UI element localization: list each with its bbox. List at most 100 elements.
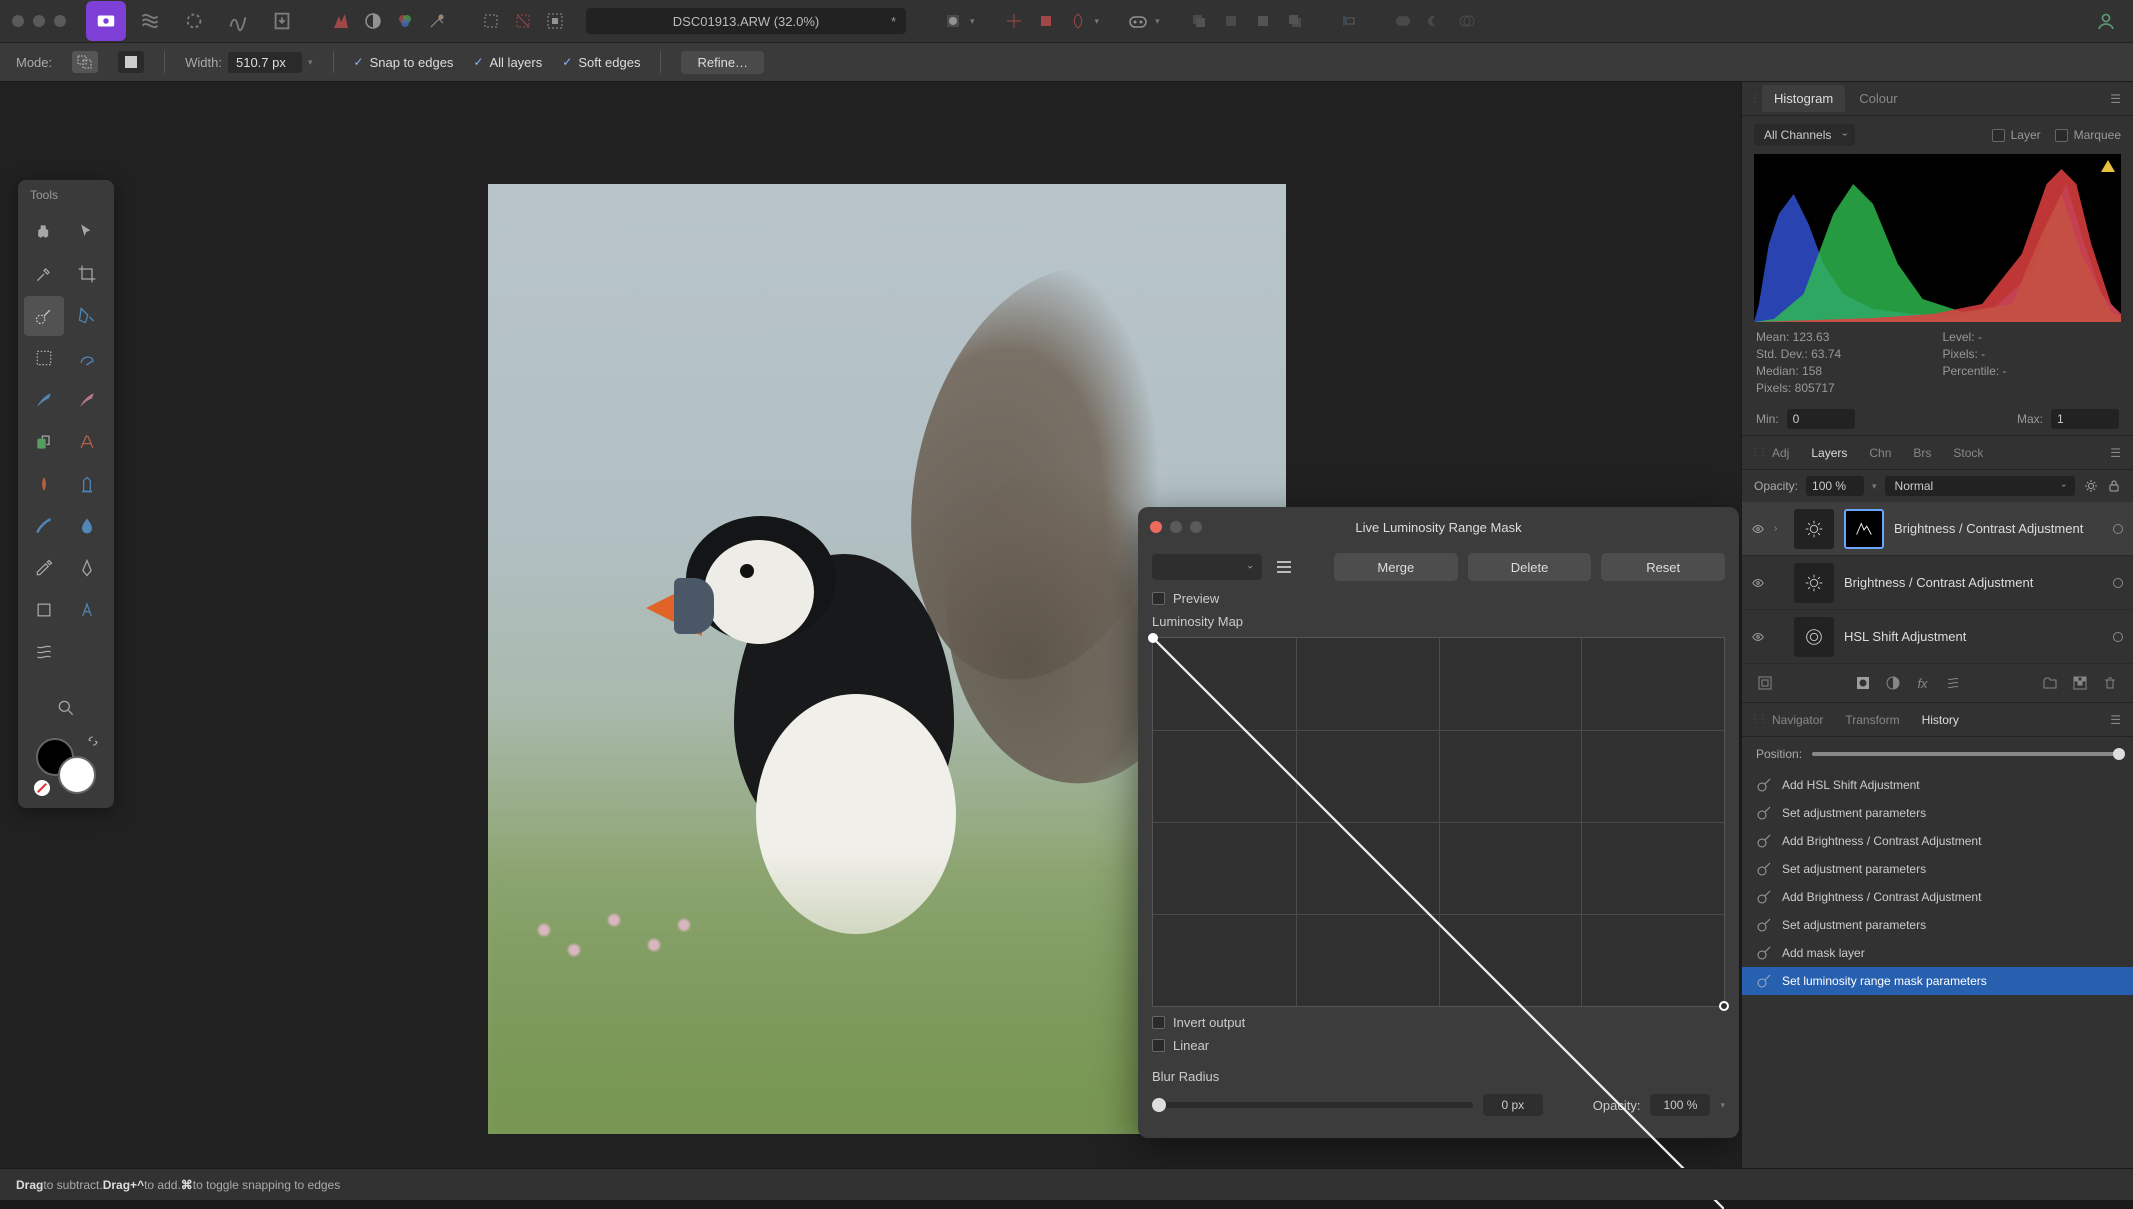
- freehand-selection-tool[interactable]: [67, 338, 107, 378]
- mask-thumbnail[interactable]: [1844, 509, 1884, 549]
- erase-brush-tool[interactable]: [67, 380, 107, 420]
- blur-brush-tool[interactable]: [67, 506, 107, 546]
- quick-mask-icon[interactable]: [938, 6, 968, 36]
- tab-colour[interactable]: Colour: [1847, 85, 1909, 112]
- tab-layers[interactable]: Layers: [1801, 441, 1857, 465]
- history-item[interactable]: Set adjustment parameters: [1742, 799, 2133, 827]
- preset-menu-icon[interactable]: [1272, 555, 1296, 579]
- history-item[interactable]: Add mask layer: [1742, 939, 2133, 967]
- visibility-icon[interactable]: [1752, 577, 1764, 589]
- blend-mode-dropdown[interactable]: Normal: [1885, 476, 2075, 496]
- layer-name[interactable]: Brightness / Contrast Adjustment: [1894, 521, 2103, 536]
- auto-contrast-icon[interactable]: [358, 6, 388, 36]
- curve-point-start[interactable]: [1148, 633, 1158, 643]
- align-icon[interactable]: [1334, 6, 1364, 36]
- burn-brush-tool[interactable]: [67, 464, 107, 504]
- bool-subtract-icon[interactable]: [1420, 6, 1450, 36]
- marquee-scope-toggle[interactable]: Marquee: [2055, 128, 2121, 142]
- eyedropper-tool[interactable]: [24, 548, 64, 588]
- delete-layer-icon[interactable]: [2099, 672, 2121, 694]
- move-forward-icon[interactable]: [1248, 6, 1278, 36]
- photo-persona[interactable]: [86, 1, 126, 41]
- primary-colour[interactable]: [58, 756, 96, 794]
- selection-brush-tool[interactable]: [24, 296, 64, 336]
- layer-opacity-input[interactable]: [1806, 476, 1864, 496]
- history-position-slider[interactable]: [1812, 752, 2119, 756]
- zoom-window[interactable]: [54, 15, 66, 27]
- tab-channels[interactable]: Chn: [1859, 441, 1901, 465]
- luminosity-curve-editor[interactable]: [1152, 637, 1725, 1007]
- history-item[interactable]: Add Brightness / Contrast Adjustment: [1742, 827, 2133, 855]
- rectangle-tool[interactable]: [24, 590, 64, 630]
- smudge-brush-tool[interactable]: [24, 506, 64, 546]
- dodge-brush-tool[interactable]: [24, 464, 64, 504]
- dialog-zoom[interactable]: [1190, 521, 1202, 533]
- document-title[interactable]: DSC01913.ARW (32.0%) *: [586, 8, 906, 34]
- bool-add-icon[interactable]: [1388, 6, 1418, 36]
- move-tool[interactable]: [67, 212, 107, 252]
- select-all-icon[interactable]: [476, 6, 506, 36]
- panel-menu-icon[interactable]: ☰: [2106, 709, 2125, 731]
- invert-selection-icon[interactable]: [540, 6, 570, 36]
- width-input[interactable]: [228, 52, 302, 73]
- move-back-icon[interactable]: [1184, 6, 1214, 36]
- history-item[interactable]: Set adjustment parameters: [1742, 911, 2133, 939]
- gear-icon[interactable]: [2083, 478, 2099, 494]
- export-persona[interactable]: [262, 1, 302, 41]
- curve-point-end[interactable]: [1719, 1001, 1729, 1011]
- flood-select-tool[interactable]: [67, 296, 107, 336]
- layer-name[interactable]: Brightness / Contrast Adjustment: [1844, 575, 2103, 590]
- lock-icon[interactable]: [2107, 479, 2121, 493]
- visibility-icon[interactable]: [1752, 631, 1764, 643]
- layer-scope-toggle[interactable]: Layer: [1992, 128, 2041, 142]
- adjustment-layer-icon[interactable]: [1882, 672, 1904, 694]
- mode-new-selection[interactable]: [72, 51, 98, 73]
- liquify-persona[interactable]: [130, 1, 170, 41]
- crop-tool[interactable]: [67, 254, 107, 294]
- tab-transform[interactable]: Transform: [1835, 708, 1909, 732]
- zoom-tool[interactable]: [46, 688, 86, 728]
- panel-menu-icon[interactable]: ☰: [2106, 88, 2125, 110]
- pen-tool[interactable]: [67, 548, 107, 588]
- develop-persona[interactable]: [174, 1, 214, 41]
- move-backward-icon[interactable]: [1216, 6, 1246, 36]
- clone-brush-tool[interactable]: [24, 422, 64, 462]
- text-tool[interactable]: [67, 590, 107, 630]
- layer-tag-dot[interactable]: [2113, 524, 2123, 534]
- add-pixel-layer-icon[interactable]: [2069, 672, 2091, 694]
- hist-min-input[interactable]: [1787, 409, 1855, 429]
- visibility-icon[interactable]: [1752, 523, 1764, 535]
- merge-button[interactable]: Merge: [1334, 553, 1458, 581]
- all-layers-toggle[interactable]: ✓All layers: [473, 55, 542, 70]
- history-item[interactable]: Add Brightness / Contrast Adjustment: [1742, 883, 2133, 911]
- refine-button[interactable]: Refine…: [681, 51, 764, 74]
- tab-histogram[interactable]: Histogram: [1762, 85, 1845, 112]
- mesh-warp-tool[interactable]: [24, 632, 64, 672]
- panel-drag-icon[interactable]: ⋮⋮: [1750, 93, 1760, 104]
- bool-intersect-icon[interactable]: [1452, 6, 1482, 36]
- mode-add-selection[interactable]: [118, 51, 144, 73]
- layer-tag-dot[interactable]: [2113, 578, 2123, 588]
- auto-scroll-icon[interactable]: [1754, 672, 1776, 694]
- no-colour-icon[interactable]: [34, 780, 50, 796]
- tab-history[interactable]: History: [1912, 708, 1969, 732]
- snap-to-edges-toggle[interactable]: ✓Snap to edges: [354, 55, 454, 70]
- panel-menu-icon[interactable]: ☰: [2106, 442, 2125, 464]
- auto-colours-icon[interactable]: [390, 6, 420, 36]
- dialog-close[interactable]: [1150, 521, 1162, 533]
- force-pixel-alignment-icon[interactable]: [1031, 6, 1061, 36]
- expand-icon[interactable]: ›: [1774, 523, 1784, 534]
- delete-button[interactable]: Delete: [1468, 553, 1592, 581]
- layer-name[interactable]: HSL Shift Adjustment: [1844, 629, 2103, 644]
- tab-stock[interactable]: Stock: [1943, 441, 1993, 465]
- view-tool[interactable]: [24, 212, 64, 252]
- paint-brush-tool[interactable]: [24, 380, 64, 420]
- soft-edges-toggle[interactable]: ✓Soft edges: [562, 55, 640, 70]
- live-filter-icon[interactable]: [1942, 672, 1964, 694]
- layer-item[interactable]: Brightness / Contrast Adjustment: [1742, 556, 2133, 610]
- mask-layer-icon[interactable]: [1852, 672, 1874, 694]
- colour-picker-tool[interactable]: [24, 254, 64, 294]
- blur-radius-slider[interactable]: [1152, 1102, 1473, 1108]
- tone-map-persona[interactable]: [218, 1, 258, 41]
- move-front-icon[interactable]: [1280, 6, 1310, 36]
